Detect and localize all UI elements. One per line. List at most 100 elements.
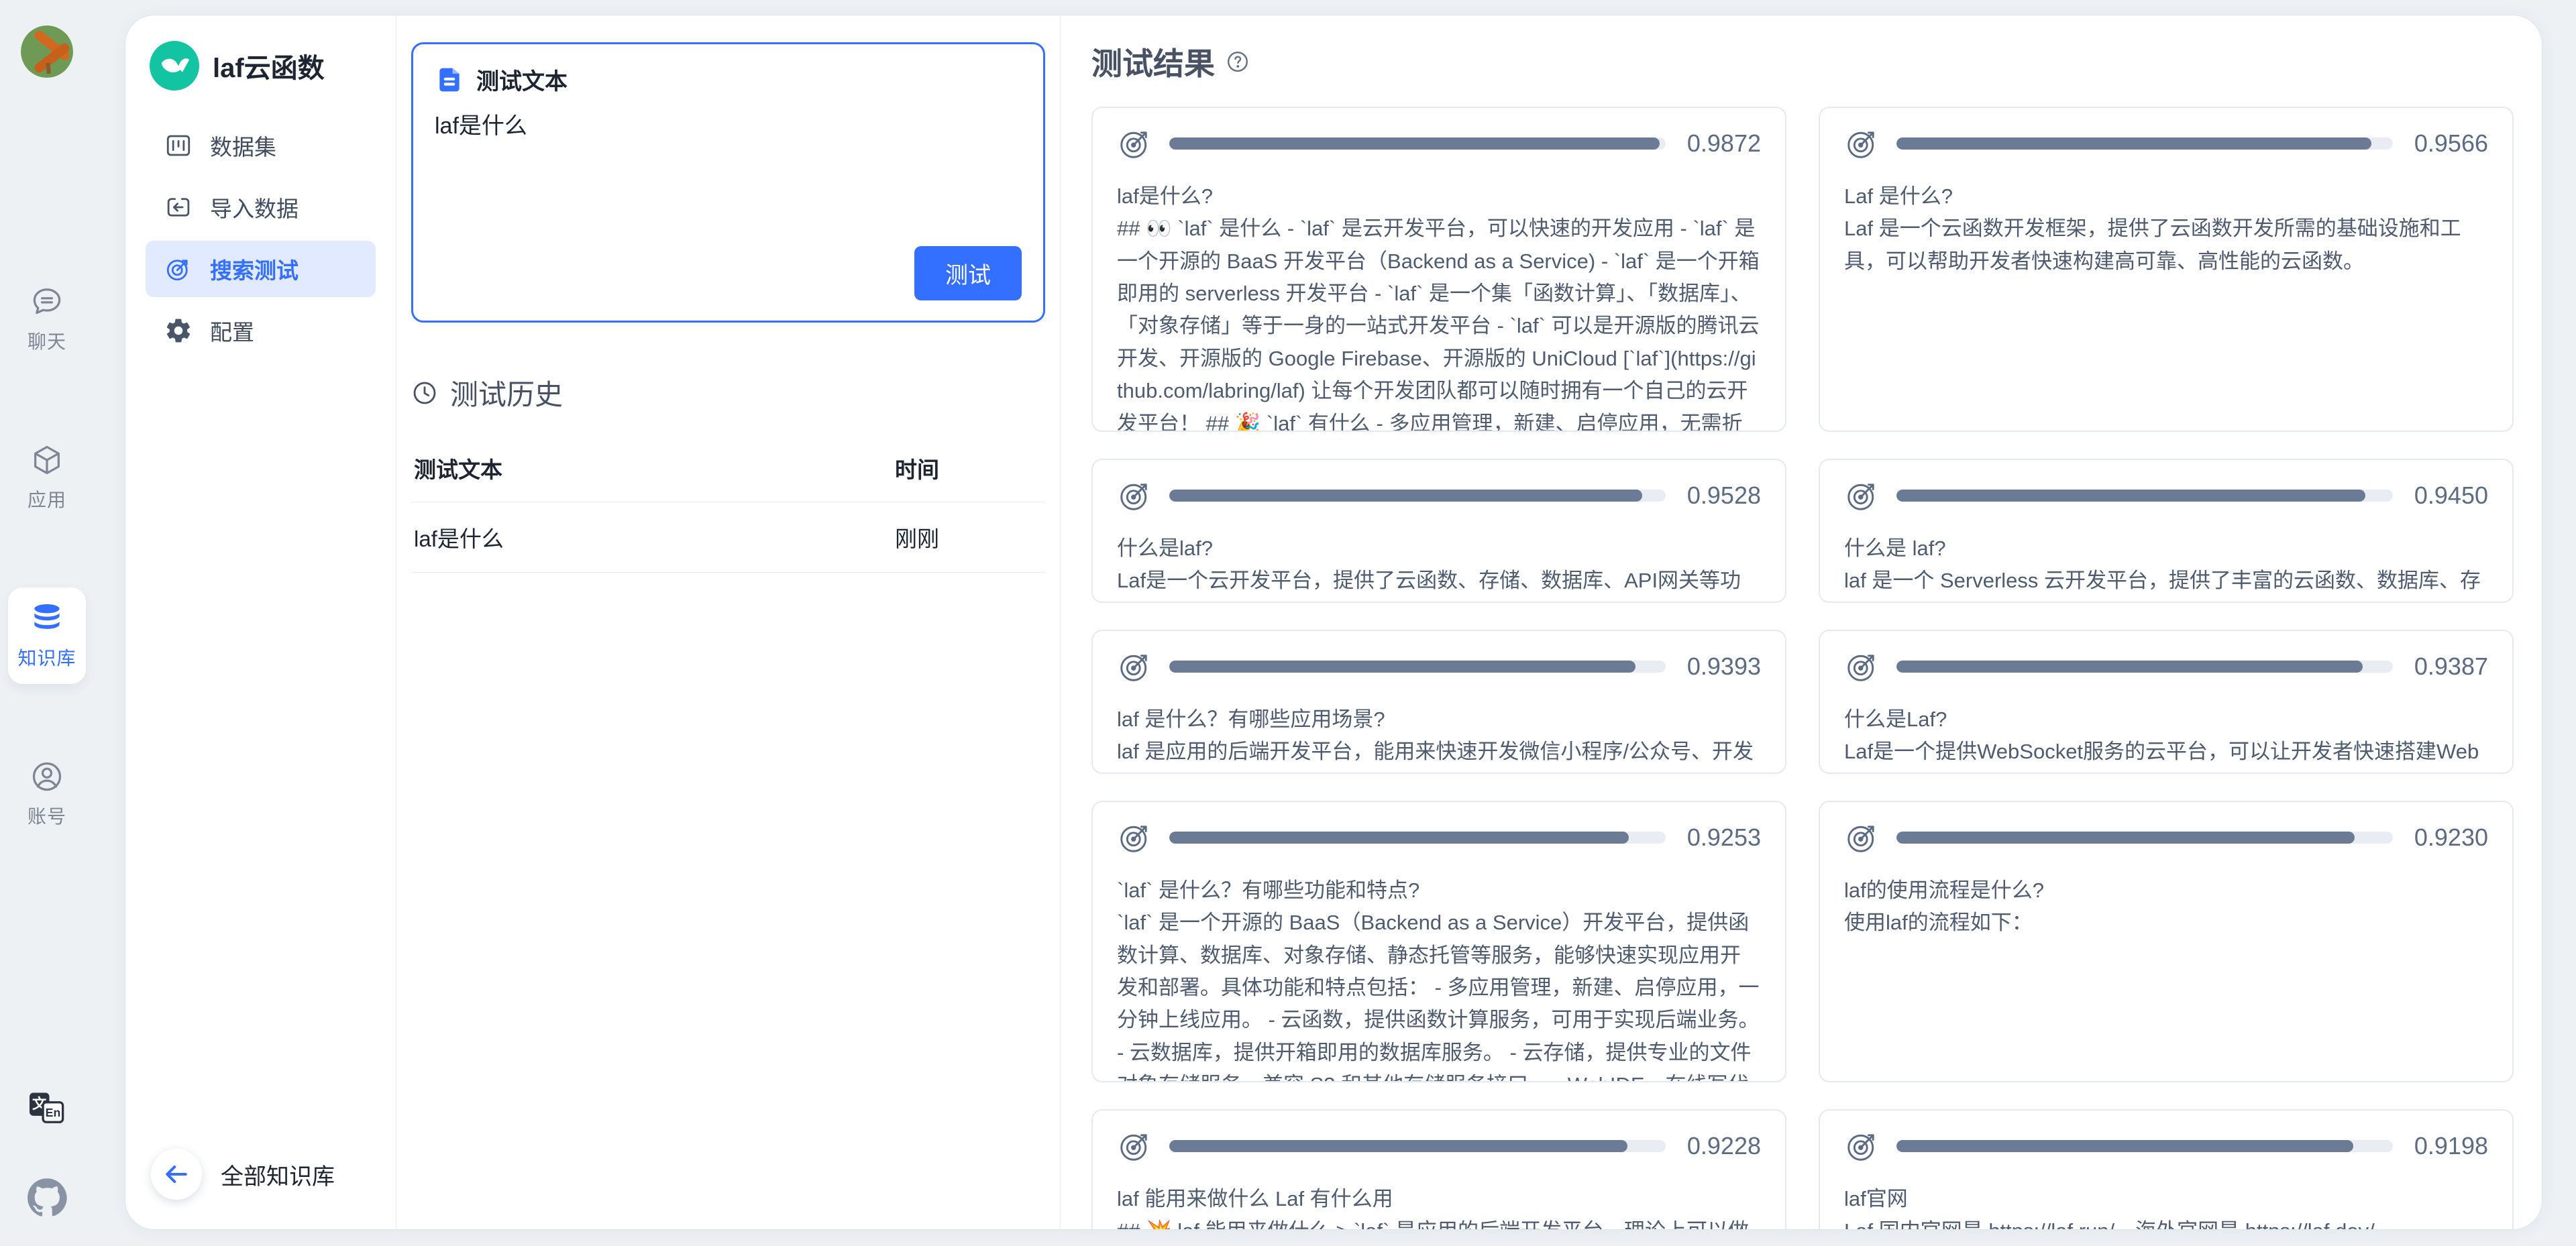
score-bar-fill <box>1896 490 2365 502</box>
result-answer: laf 是一个 Serverless 云开发平台，提供了丰富的云函数、数据库、存… <box>1844 565 2488 603</box>
history-row-text: laf是什么 <box>414 521 895 553</box>
kb-back-row: 全部知识库 <box>146 1149 376 1200</box>
clock-icon <box>411 380 438 406</box>
result-answer: Laf是一个云开发平台，提供了云函数、存储、数据库、API网关等功能，可以帮助开… <box>1117 565 1761 603</box>
target-icon <box>1117 819 1153 856</box>
cube-icon <box>30 443 64 477</box>
score-row: 0.9528 <box>1117 477 1761 514</box>
score-row: 0.9198 <box>1844 1128 2488 1164</box>
github-icon[interactable] <box>26 1178 68 1219</box>
import-icon <box>164 193 193 221</box>
rail-item-label: 聊天 <box>28 327 66 354</box>
test-text-box: 测试文本 laf是什么 测试 <box>411 42 1045 323</box>
menu-item-label: 搜索测试 <box>210 253 299 285</box>
score-bar <box>1169 832 1666 844</box>
score-row: 0.9566 <box>1844 125 2488 162</box>
result-card: 0.9872 laf是什么? ## 👀 `laf` 是什么 - `laf` 是云… <box>1091 107 1786 432</box>
language-switch-icon[interactable]: 文 En <box>28 1090 66 1125</box>
history-row[interactable]: laf是什么 刚刚 <box>411 502 1045 573</box>
results-title: 测试结果 <box>1091 40 1215 84</box>
rail-item-apps[interactable]: 应用 <box>8 429 86 526</box>
user-icon <box>30 759 64 794</box>
results-row: 0.9393 laf 是什么？有哪些应用场景? laf 是应用的后端开发平台，能… <box>1091 630 2514 774</box>
test-text-input[interactable]: laf是什么 <box>435 109 1022 246</box>
back-button[interactable] <box>151 1149 202 1200</box>
menu-item-import-data[interactable]: 导入数据 <box>146 179 376 235</box>
avatar[interactable] <box>21 25 73 78</box>
score-bar-fill <box>1896 137 2371 150</box>
result-question: laf 能用来做什么 Laf 有什么用 <box>1117 1183 1761 1215</box>
result-card: 0.9228 laf 能用来做什么 Laf 有什么用 ## 💥 laf 能用来做… <box>1091 1109 1786 1230</box>
chat-icon <box>30 284 64 319</box>
menu-item-dataset[interactable]: 数据集 <box>146 117 376 174</box>
score-bar <box>1896 490 2393 502</box>
svg-text:En: En <box>46 1106 61 1119</box>
score-value: 0.9393 <box>1682 653 1761 681</box>
score-bar-fill <box>1169 1140 1627 1152</box>
rail-item-account[interactable]: 账号 <box>8 746 86 842</box>
result-question: 什么是laf? <box>1117 532 1761 565</box>
result-question: 什么是Laf? <box>1844 703 2488 736</box>
score-bar <box>1169 661 1666 673</box>
target-icon <box>1844 477 1880 514</box>
result-answer: Laf是一个提供WebSocket服务的云平台，可以让开发者快速搭建WebSoc… <box>1844 736 2488 774</box>
result-card: 0.9528 什么是laf? Laf是一个云开发平台，提供了云函数、存储、数据库… <box>1091 459 1786 603</box>
rail-nav: 聊天 应用 知识库 账号 <box>8 271 86 904</box>
result-answer: Laf 是一个云函数开发框架，提供了云函数开发所需的基础设施和工具，可以帮助开发… <box>1844 213 2488 278</box>
score-bar <box>1896 137 2393 150</box>
menu-item-search-test[interactable]: 搜索测试 <box>146 241 376 297</box>
result-question: laf官网 <box>1844 1183 2488 1215</box>
avatar-image <box>21 25 73 78</box>
history-table-header: 测试文本 时间 <box>411 443 1045 502</box>
score-value: 0.9387 <box>2409 653 2488 681</box>
score-value: 0.9872 <box>1682 129 1761 158</box>
history-header-text: 测试文本 <box>414 452 895 484</box>
test-button[interactable]: 测试 <box>914 246 1022 300</box>
score-value: 0.9528 <box>1682 482 1761 510</box>
result-question: 什么是 laf? <box>1844 532 2488 565</box>
score-bar <box>1896 661 2393 673</box>
score-value: 0.9230 <box>2409 824 2488 852</box>
results-row: 0.9228 laf 能用来做什么 Laf 有什么用 ## 💥 laf 能用来做… <box>1091 1109 2514 1230</box>
menu-item-config[interactable]: 配置 <box>146 302 376 359</box>
score-bar-fill <box>1169 137 1660 150</box>
rail-item-label: 账号 <box>28 802 66 829</box>
target-icon <box>164 255 193 283</box>
target-icon <box>1844 125 1880 162</box>
score-value: 0.9228 <box>1682 1132 1761 1160</box>
arrow-left-icon <box>162 1159 191 1189</box>
score-bar <box>1896 832 2393 844</box>
target-icon <box>1117 648 1153 685</box>
score-bar <box>1169 490 1666 502</box>
target-icon <box>1844 648 1880 685</box>
kb-back-label: 全部知识库 <box>221 1158 335 1191</box>
result-answer: 使用laf的流程如下： <box>1844 907 2488 939</box>
laf-logo-icon <box>150 41 199 91</box>
help-icon[interactable] <box>1226 50 1250 74</box>
result-question: Laf 是什么? <box>1844 180 2488 213</box>
dataset-icon <box>164 131 193 160</box>
score-value: 0.9566 <box>2409 129 2488 158</box>
result-question: laf是什么? <box>1117 180 1761 213</box>
score-row: 0.9450 <box>1844 477 2488 514</box>
result-card: 0.9198 laf官网 Laf 国内官网是 https://laf.run/，… <box>1819 1109 2514 1230</box>
rail-item-label: 应用 <box>28 486 66 512</box>
menu-item-label: 配置 <box>210 315 254 347</box>
history-row-time: 刚刚 <box>895 521 1042 553</box>
score-bar-fill <box>1896 832 2355 844</box>
rail-bottom: 文 En <box>26 1090 68 1246</box>
rail-item-chat[interactable]: 聊天 <box>8 271 86 367</box>
result-answer: laf 是应用的后端开发平台，能用来快速开发微信小程序/公众号、开发 Andro… <box>1117 736 1761 774</box>
result-question: `laf` 是什么？有哪些功能和特点? <box>1117 874 1761 907</box>
score-bar <box>1169 1140 1666 1152</box>
rail-item-knowledge-base[interactable]: 知识库 <box>8 587 86 684</box>
result-answer: ## 💥 laf 能用来做什么 > `laf` 是应用的后端开发平台，理论上可以… <box>1117 1215 1761 1230</box>
result-answer: Laf 国内官网是 https://laf.run/，海外官网是 https:/… <box>1844 1215 2488 1230</box>
menu-item-label: 导入数据 <box>210 191 299 223</box>
kb-header: laf云函数 <box>146 41 376 91</box>
results-grid: 0.9872 laf是什么? ## 👀 `laf` 是什么 - `laf` 是云… <box>1091 107 2514 1230</box>
history-header: 测试历史 <box>411 372 1045 413</box>
result-answer: `laf` 是一个开源的 BaaS（Backend as a Service）开… <box>1117 907 1761 1082</box>
score-bar <box>1169 137 1666 150</box>
score-value: 0.9253 <box>1682 824 1761 852</box>
